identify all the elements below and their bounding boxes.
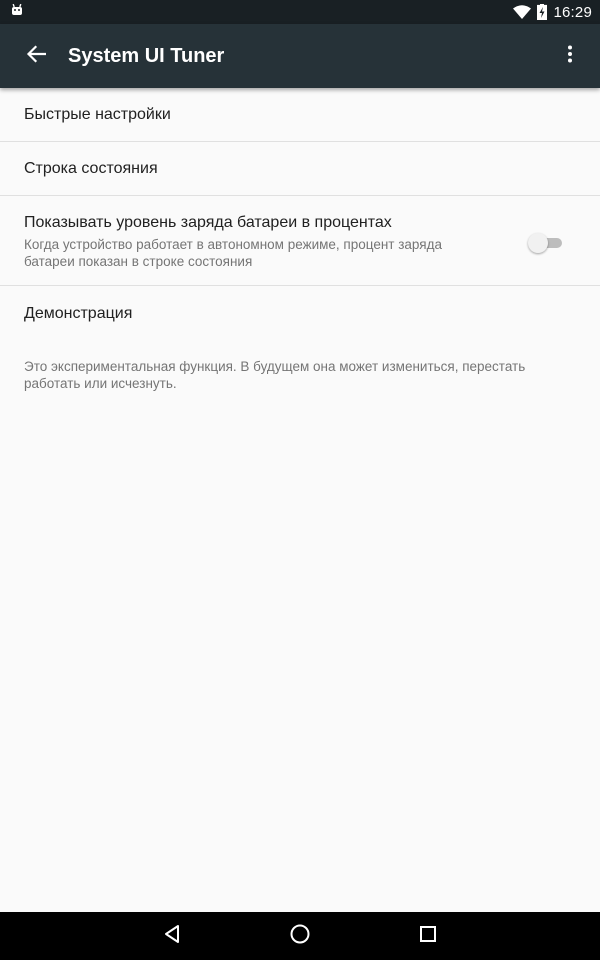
arrow-back-icon <box>26 44 47 68</box>
pref-title: Демонстрация <box>24 305 133 322</box>
status-clock: 16:29 <box>553 3 592 21</box>
nav-back-icon <box>163 924 181 949</box>
battery-charging-icon <box>537 4 548 20</box>
pref-summary: Когда устройство работает в автономном р… <box>24 237 442 269</box>
navigation-bar <box>0 912 600 960</box>
pref-title: Быстрые настройки <box>24 105 171 123</box>
app-toolbar: System UI Tuner <box>0 24 600 88</box>
switch-thumb <box>528 233 548 253</box>
wifi-icon <box>513 5 532 19</box>
pref-status-bar[interactable]: Строка состояния <box>0 142 600 196</box>
nav-back-button[interactable] <box>148 912 196 960</box>
pref-battery-percentage[interactable]: Показывать уровень заряда батареи в проц… <box>0 196 600 286</box>
preferences-list: Быстрые настройки Строка состояния Показ… <box>0 88 600 912</box>
more-vert-icon <box>567 45 573 68</box>
nav-recents-button[interactable] <box>404 912 452 960</box>
experimental-note: Это экспериментальная функция. В будущем… <box>24 359 526 391</box>
status-bar: 16:29 <box>0 0 600 24</box>
back-button[interactable] <box>12 32 60 80</box>
pref-demo-mode[interactable]: Демонстрация <box>0 286 600 342</box>
nav-home-icon <box>289 923 311 950</box>
battery-percentage-switch[interactable] <box>528 233 564 253</box>
nav-home-button[interactable] <box>276 912 324 960</box>
page-title: System UI Tuner <box>68 44 225 67</box>
nav-recents-icon <box>419 925 437 948</box>
overflow-menu-button[interactable] <box>546 32 594 80</box>
pref-title: Строка состояния <box>24 159 158 177</box>
android-icon <box>10 3 24 22</box>
pref-title: Показывать уровень заряда батареи в проц… <box>24 214 392 231</box>
pref-quick-settings[interactable]: Быстрые настройки <box>0 88 600 142</box>
